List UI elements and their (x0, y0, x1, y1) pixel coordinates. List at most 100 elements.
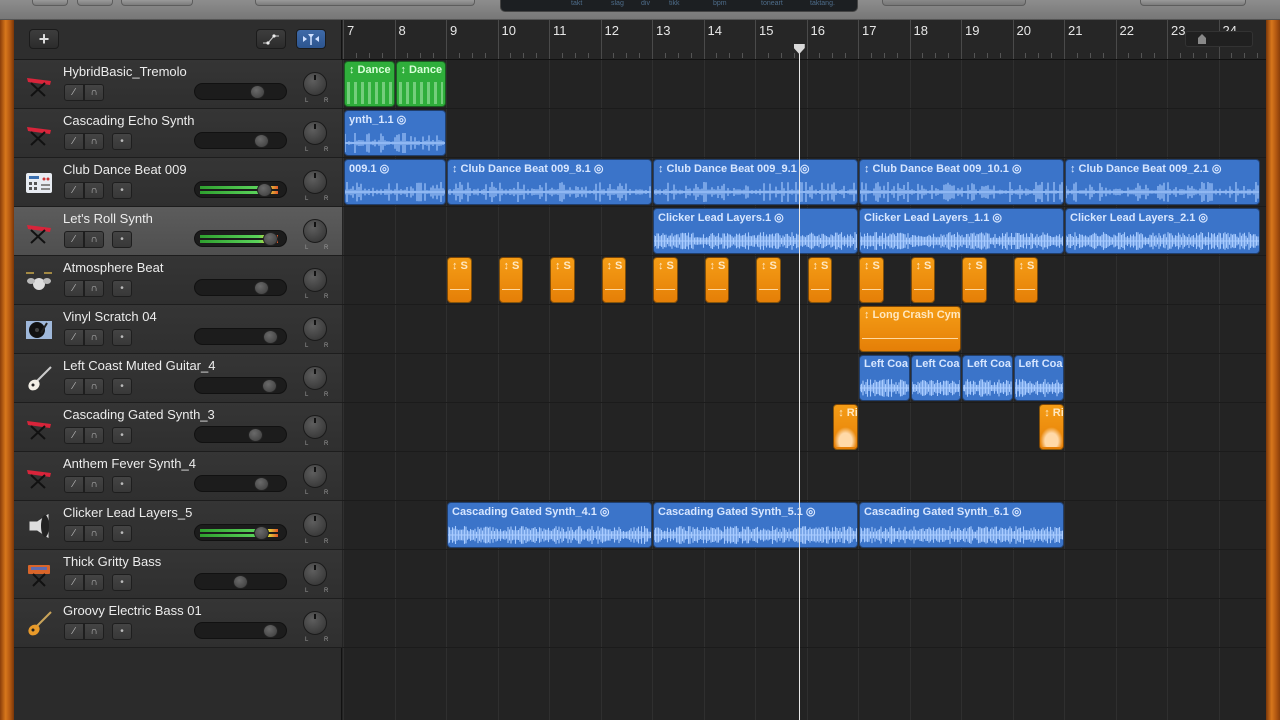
drum-region[interactable]: ↕ Long Crash Cym (859, 306, 961, 352)
track-header[interactable]: Groovy Electric Bass 01 ∕ ∩ • L R (14, 599, 342, 648)
drum-region[interactable]: ↕ S (962, 257, 987, 303)
pan-knob[interactable] (303, 513, 327, 537)
volume-slider[interactable] (194, 524, 287, 541)
drum-region[interactable]: ↕ S (756, 257, 781, 303)
mute-button[interactable]: ∕ (64, 574, 84, 591)
track-name[interactable]: Thick Gritty Bass (63, 554, 161, 569)
volume-slider[interactable] (194, 328, 287, 345)
audio-region[interactable]: Left Coa (859, 355, 910, 401)
track-name[interactable]: Atmosphere Beat (63, 260, 163, 275)
solo-button[interactable]: ∩ (84, 231, 104, 248)
solo-button[interactable]: ∩ (84, 378, 104, 395)
volume-slider-thumb[interactable] (263, 330, 279, 344)
mute-button[interactable]: ∕ (64, 329, 84, 346)
track-header[interactable]: Clicker Lead Layers_5 ∕ ∩ • L R (14, 501, 342, 550)
playhead-line[interactable] (798, 44, 800, 720)
track-name[interactable]: Left Coast Muted Guitar_4 (63, 358, 215, 373)
drum-region[interactable]: ↕ S (910, 257, 936, 303)
add-track-button[interactable]: + (29, 29, 59, 49)
solo-button[interactable]: ∩ (84, 280, 104, 297)
audio-region[interactable]: Cascading Gated Synth_5.1 ◎ (653, 502, 858, 548)
volume-slider-thumb[interactable] (263, 624, 279, 638)
timeline-ruler[interactable]: 789101112131415161718192021222324 (342, 20, 1266, 60)
input-monitoring-button[interactable]: • (112, 231, 132, 248)
volume-slider[interactable] (194, 181, 287, 198)
zoom-slider-thumb[interactable] (1198, 34, 1206, 44)
drum-region[interactable]: ↕ S (447, 257, 472, 303)
track-name[interactable]: Clicker Lead Layers_5 (63, 505, 192, 520)
pan-knob[interactable] (303, 415, 327, 439)
solo-button[interactable]: ∩ (84, 427, 104, 444)
track-name[interactable]: Club Dance Beat 009 (63, 162, 187, 177)
pan-knob[interactable] (303, 170, 327, 194)
mute-button[interactable]: ∕ (64, 525, 84, 542)
volume-slider[interactable] (194, 83, 287, 100)
track-name[interactable]: Vinyl Scratch 04 (63, 309, 157, 324)
solo-button[interactable]: ∩ (84, 476, 104, 493)
drum-region[interactable]: ↕ S (704, 257, 730, 303)
catch-playhead-button[interactable] (296, 29, 326, 49)
input-monitoring-button[interactable]: • (112, 182, 132, 199)
mode-buttons[interactable] (882, 0, 1026, 6)
volume-slider[interactable] (194, 426, 287, 443)
pan-knob[interactable] (303, 219, 327, 243)
volume-slider-thumb[interactable] (263, 232, 279, 246)
audio-region[interactable]: Cascading Gated Synth_6.1 ◎ (859, 502, 1064, 548)
input-monitoring-button[interactable]: • (112, 623, 132, 640)
drum-region[interactable]: ↕ S (601, 257, 627, 303)
drum-region[interactable]: ↕ S (1013, 257, 1039, 303)
mute-button[interactable]: ∕ (64, 133, 84, 150)
mute-button[interactable]: ∕ (64, 84, 84, 101)
pan-knob[interactable] (303, 268, 327, 292)
drum-region[interactable]: ↕ S (498, 257, 524, 303)
audio-region[interactable]: Cascading Gated Synth_4.1 ◎ (447, 502, 652, 548)
track-header[interactable]: Let's Roll Synth ∕ ∩ • L R (14, 207, 342, 256)
solo-button[interactable]: ∩ (84, 329, 104, 346)
volume-slider-thumb[interactable] (248, 428, 264, 442)
audio-region[interactable]: ↕ Club Dance Beat 009_10.1 ◎ (859, 159, 1064, 205)
pan-knob[interactable] (303, 366, 327, 390)
track-header[interactable]: Cascading Echo Synth ∕ ∩ • L R (14, 109, 342, 158)
audio-region[interactable]: Clicker Lead Layers_1.1 ◎ (859, 208, 1064, 254)
audio-region[interactable]: Clicker Lead Layers.1 ◎ (653, 208, 858, 254)
view-buttons[interactable] (1140, 0, 1246, 6)
mute-button[interactable]: ∕ (64, 231, 84, 248)
mute-button[interactable]: ∕ (64, 378, 84, 395)
solo-button[interactable]: ∩ (84, 84, 104, 101)
pan-knob[interactable] (303, 317, 327, 341)
volume-slider-thumb[interactable] (253, 281, 269, 295)
volume-slider-thumb[interactable] (233, 575, 248, 589)
audio-region[interactable]: Left Coa (910, 355, 961, 401)
mute-button[interactable]: ∕ (64, 476, 84, 493)
track-header[interactable]: Vinyl Scratch 04 ∕ ∩ • L R (14, 305, 342, 354)
pan-knob[interactable] (303, 611, 327, 635)
solo-button[interactable]: ∩ (84, 574, 104, 591)
audio-region[interactable]: ynth_1.1 ◎ (344, 110, 446, 156)
midi-region[interactable]: ↕ Dance (344, 61, 395, 107)
track-header[interactable]: Club Dance Beat 009 ∕ ∩ • L R (14, 158, 342, 207)
volume-slider-thumb[interactable] (253, 477, 269, 491)
input-monitoring-button[interactable]: • (112, 378, 132, 395)
drum-region[interactable]: ↕ Ri (833, 404, 858, 450)
smart-controls-button[interactable] (121, 0, 193, 6)
audio-region[interactable]: ↕ Club Dance Beat 009_2.1 ◎ (1065, 159, 1260, 205)
solo-button[interactable]: ∩ (84, 623, 104, 640)
midi-region[interactable]: ↕ Dance (395, 61, 446, 107)
track-header[interactable]: Left Coast Muted Guitar_4 ∕ ∩ • L R (14, 354, 342, 403)
track-name[interactable]: Cascading Echo Synth (63, 113, 195, 128)
track-name[interactable]: Let's Roll Synth (63, 211, 153, 226)
transport-controls[interactable] (255, 0, 475, 6)
input-monitoring-button[interactable]: • (112, 574, 132, 591)
track-header[interactable]: Thick Gritty Bass ∕ ∩ • L R (14, 550, 342, 599)
automation-button[interactable] (256, 29, 286, 49)
pan-knob[interactable] (303, 562, 327, 586)
solo-button[interactable]: ∩ (84, 182, 104, 199)
track-header[interactable]: Atmosphere Beat ∕ ∩ • L R (14, 256, 342, 305)
volume-slider[interactable] (194, 475, 287, 492)
track-name[interactable]: HybridBasic_Tremolo (63, 64, 187, 79)
input-monitoring-button[interactable]: • (112, 525, 132, 542)
zoom-slider[interactable] (1185, 31, 1253, 47)
volume-slider[interactable] (194, 573, 287, 590)
track-name[interactable]: Anthem Fever Synth_4 (63, 456, 196, 471)
volume-slider-thumb[interactable] (257, 183, 273, 197)
